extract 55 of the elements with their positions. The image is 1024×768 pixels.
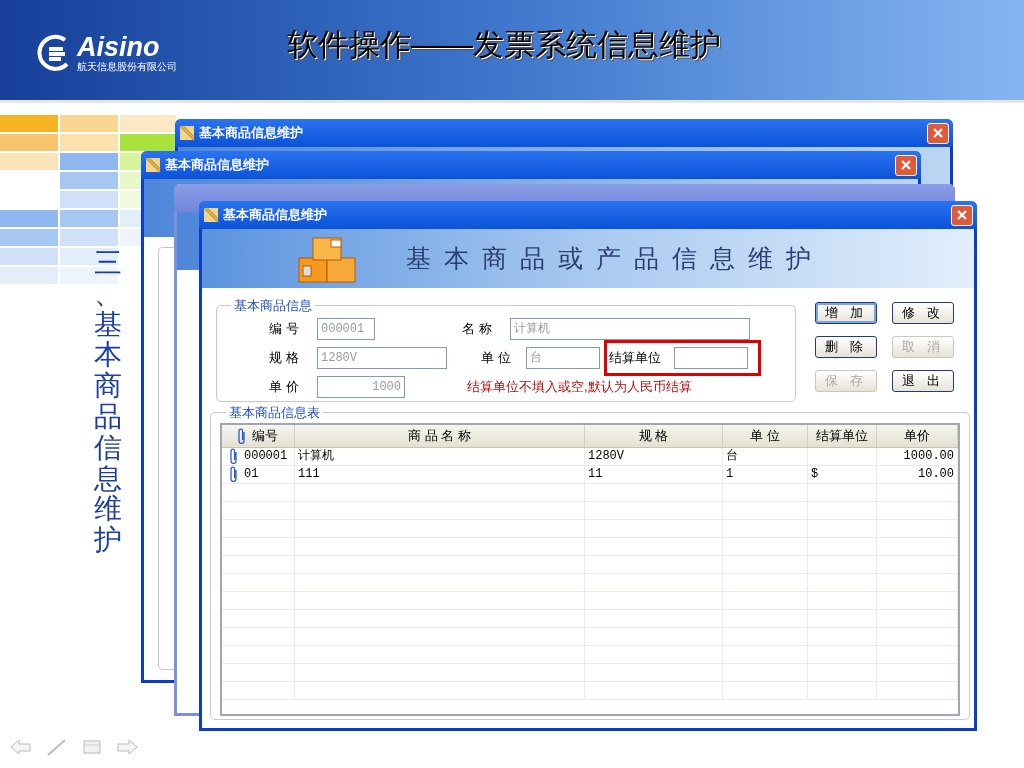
column-header[interactable]: 规 格 — [585, 424, 723, 447]
close-icon — [900, 159, 912, 171]
column-header[interactable]: 编号 — [222, 424, 295, 447]
input-field[interactable] — [674, 346, 748, 369]
field-label: 名 称 — [462, 319, 493, 338]
field-label: 结算单位 — [609, 348, 662, 367]
table-cell-text: 11 — [588, 466, 603, 483]
window-title: 基本商品信息维护 — [223, 206, 328, 225]
table-cell-text: $ — [811, 466, 819, 483]
table-cell-text: 1280V — [588, 448, 624, 465]
pen-icon[interactable] — [46, 738, 68, 756]
column-header[interactable]: 商 品 名 称 — [295, 424, 585, 447]
paperclip-icon — [230, 466, 238, 482]
action-button[interactable]: 退 出 — [892, 370, 954, 392]
close-icon — [956, 209, 968, 221]
window-title: 基本商品信息维护 — [199, 124, 304, 143]
table-cell-text: 1 — [726, 466, 734, 483]
action-button[interactable]: 删 除 — [815, 336, 877, 358]
field-label: 单 位 — [481, 348, 512, 367]
group-label: 基本商品信息 — [233, 297, 313, 315]
action-button[interactable]: 增 加 — [815, 302, 877, 324]
table-cell-text: 计算机 — [298, 448, 334, 465]
menu-icon[interactable] — [82, 739, 102, 755]
column-header[interactable]: 结算单位 — [808, 424, 877, 447]
paperclip-icon — [230, 448, 238, 464]
field-label: 规 格 — [269, 348, 300, 367]
table-cell-text: 01 — [244, 466, 259, 483]
window-title: 基本商品信息维护 — [165, 156, 270, 175]
field-label: 编 号 — [269, 319, 300, 338]
close-button[interactable] — [927, 122, 949, 144]
column-header[interactable]: 单 位 — [723, 424, 808, 447]
table-cell-text: 台 — [726, 448, 738, 465]
field-label: 单 价 — [269, 377, 300, 396]
box-icon — [179, 125, 195, 141]
column-header[interactable]: 单价 — [877, 424, 958, 447]
group-label: 基本商品信息表 — [228, 404, 321, 422]
paperclip-icon — [238, 427, 246, 444]
logo-wordmark: Aisino — [77, 33, 161, 61]
logo-subtitle: 航天信息股份有限公司 — [77, 61, 177, 72]
close-icon — [932, 127, 944, 139]
table-cell-text: 111 — [298, 466, 320, 483]
back-arrow-icon[interactable] — [10, 738, 32, 756]
box-icon — [145, 157, 161, 173]
banner-heading: 基本商品或产品信息维护 — [406, 242, 824, 274]
forward-arrow-icon[interactable] — [116, 738, 138, 756]
table-cell-text: 000001 — [244, 448, 288, 465]
side-heading: 三、基本商品信息维护 — [94, 248, 122, 556]
note-text: 结算单位不填入或空,默认为人民币结算 — [467, 377, 692, 396]
table-cell-text: 10.00 — [918, 466, 954, 483]
close-button[interactable] — [895, 154, 917, 176]
action-button[interactable]: 修 改 — [892, 302, 954, 324]
box-icon — [203, 207, 219, 223]
close-button[interactable] — [951, 204, 973, 226]
table-cell-text: 1000.00 — [903, 448, 954, 465]
slide-title: 软件操作——发票系统信息维护 — [287, 26, 721, 64]
